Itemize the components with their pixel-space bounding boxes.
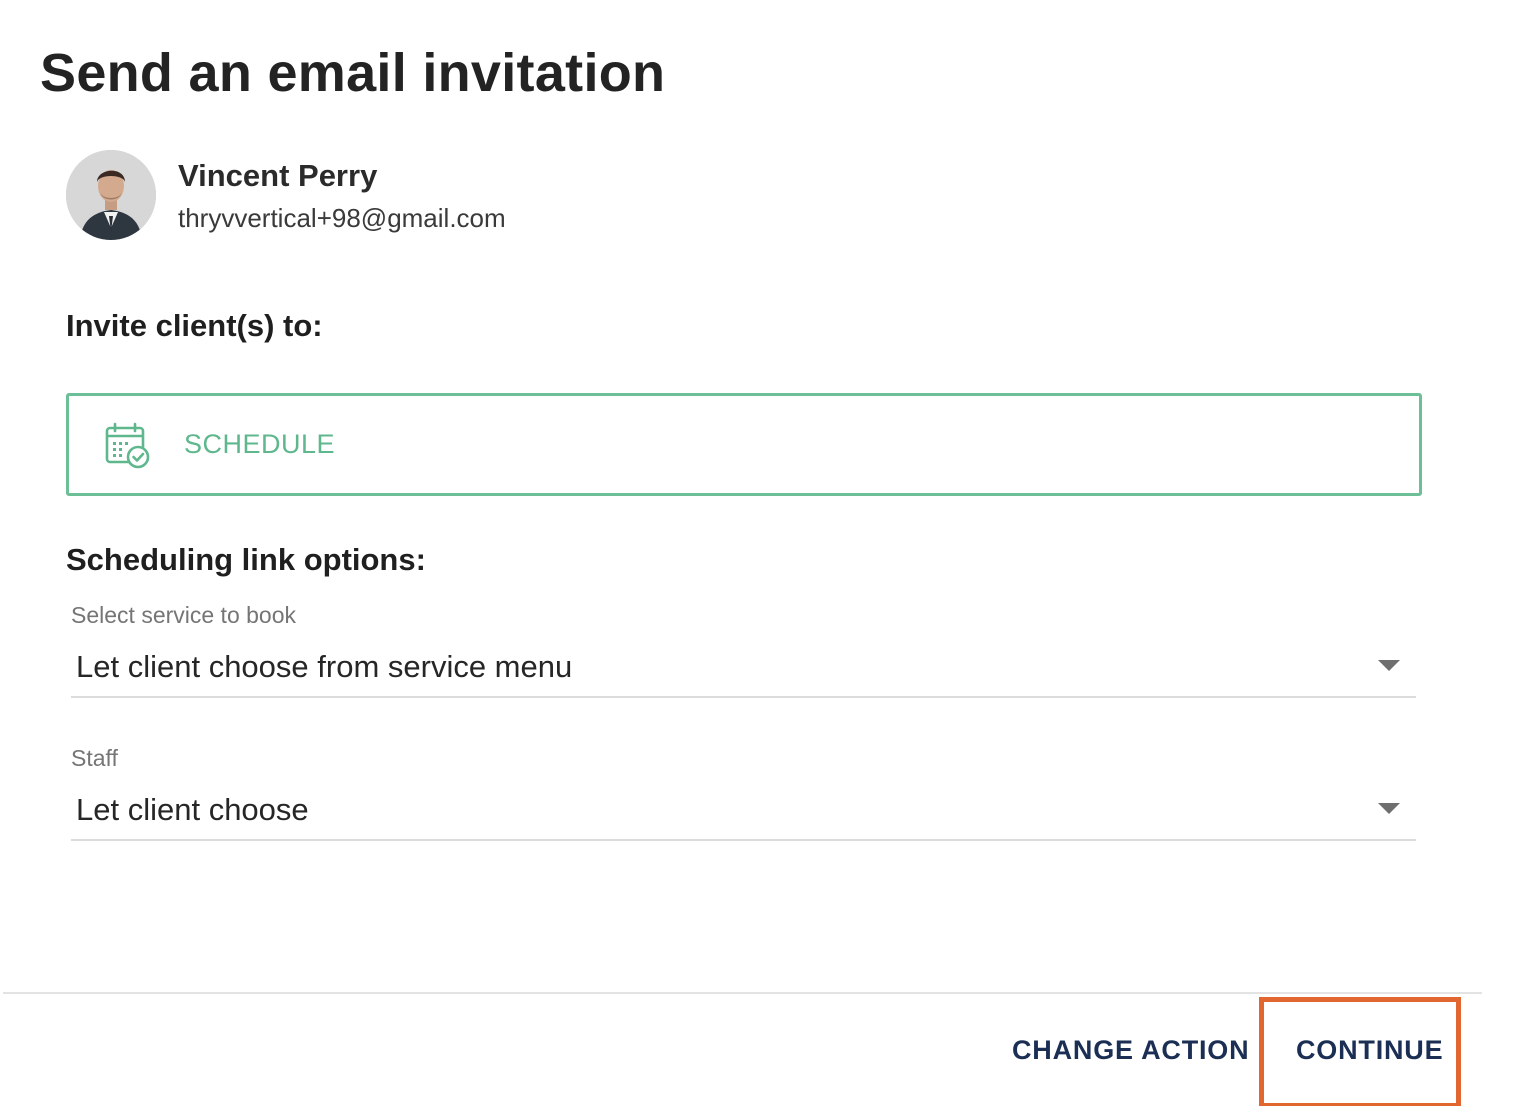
footer-divider xyxy=(3,992,1482,994)
change-action-button[interactable]: CHANGE ACTION xyxy=(1012,1035,1249,1066)
contact-email: thryvvertical+98@gmail.com xyxy=(178,203,506,233)
person-photo-icon xyxy=(66,150,156,240)
contact-name: Vincent Perry xyxy=(178,158,378,193)
contact-summary: Vincent Perry thryvvertical+98@gmail.com xyxy=(66,150,506,240)
invite-heading: Invite client(s) to: xyxy=(66,308,323,343)
staff-select-value: Let client choose xyxy=(76,792,309,827)
schedule-action-card[interactable]: SCHEDULE xyxy=(66,393,1422,496)
service-select[interactable]: Let client choose from service menu xyxy=(71,647,1416,698)
continue-button[interactable]: CONTINUE xyxy=(1296,1035,1443,1066)
contact-details: Vincent Perry thryvvertical+98@gmail.com xyxy=(178,154,506,238)
staff-field-label: Staff xyxy=(71,745,118,771)
service-field-label: Select service to book xyxy=(71,602,297,628)
email-invitation-dialog: Send an email invitation Vincent Perry t… xyxy=(0,0,1530,1106)
service-select-value: Let client choose from service menu xyxy=(76,649,573,684)
staff-field: Staff Let client choose xyxy=(71,743,1416,841)
dialog-title: Send an email invitation xyxy=(40,43,666,103)
schedule-action-label: SCHEDULE xyxy=(184,429,336,459)
service-field: Select service to book Let client choose… xyxy=(71,600,1416,698)
calendar-check-icon xyxy=(105,422,150,468)
scheduling-options-heading: Scheduling link options: xyxy=(66,542,426,577)
avatar xyxy=(66,150,156,240)
caret-down-icon xyxy=(1378,660,1400,671)
caret-down-icon xyxy=(1378,803,1400,814)
staff-select[interactable]: Let client choose xyxy=(71,790,1416,841)
